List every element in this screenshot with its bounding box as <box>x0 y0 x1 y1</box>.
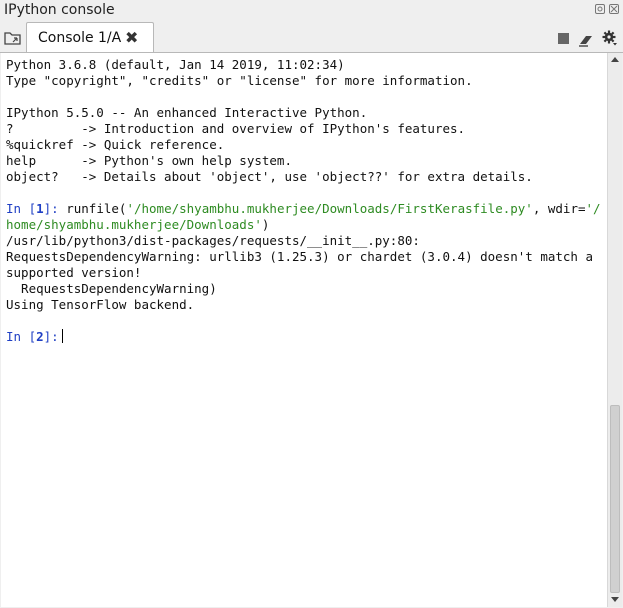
scroll-thumb[interactable] <box>610 405 620 593</box>
console-line: object? -> Details about 'object', use '… <box>6 169 533 184</box>
input-line-1-cont: home/shyambhu.mukherjee/Downloads') <box>6 217 270 232</box>
input-prompt-2: In [2]: <box>6 329 59 344</box>
text-cursor <box>61 329 63 343</box>
pane-titlebar: IPython console <box>0 0 623 20</box>
output-line: /usr/lib/python3/dist-packages/requests/… <box>6 233 420 248</box>
browse-tabs-icon[interactable] <box>4 30 22 46</box>
console-text: Python 3.6.8 (default, Jan 14 2019, 11:0… <box>6 57 601 345</box>
output-line: supported version! <box>6 265 142 280</box>
clear-console-icon[interactable] <box>578 32 594 47</box>
output-line: Using TensorFlow backend. <box>6 297 195 312</box>
close-pane-icon[interactable] <box>609 4 619 14</box>
close-tab-icon[interactable]: ✖ <box>125 28 138 47</box>
scroll-up-arrow-icon[interactable] <box>611 57 619 62</box>
vertical-scrollbar[interactable] <box>607 53 622 607</box>
tab-console-1a[interactable]: Console 1/A ✖ <box>26 22 154 52</box>
console-line: %quickref -> Quick reference. <box>6 137 225 152</box>
gear-icon[interactable] <box>602 30 618 46</box>
console-line: ? -> Introduction and overview of IPytho… <box>6 121 466 136</box>
stop-icon[interactable] <box>558 33 569 44</box>
scroll-down-arrow-icon[interactable] <box>611 597 619 602</box>
tab-bar: Console 1/A ✖ <box>0 20 623 53</box>
tab-label: Console 1/A <box>38 30 122 46</box>
input-prompt-1: In [1]: <box>6 201 67 216</box>
console-output[interactable]: Python 3.6.8 (default, Jan 14 2019, 11:0… <box>1 53 607 607</box>
pane-title: IPython console <box>4 2 115 18</box>
console-line: Python 3.6.8 (default, Jan 14 2019, 11:0… <box>6 57 345 72</box>
input-line-1: In [1]: runfile('/home/shyambhu.mukherje… <box>6 201 601 216</box>
console-line: help -> Python's own help system. <box>6 153 292 168</box>
input-line-2[interactable]: In [2]: <box>6 329 601 345</box>
output-line: RequestsDependencyWarning: urllib3 (1.25… <box>6 249 593 264</box>
console-line: IPython 5.5.0 -- An enhanced Interactive… <box>6 105 368 120</box>
undock-icon[interactable] <box>595 4 605 14</box>
output-line: RequestsDependencyWarning) <box>6 281 217 296</box>
console-line: Type "copyright", "credits" or "license"… <box>6 73 473 88</box>
